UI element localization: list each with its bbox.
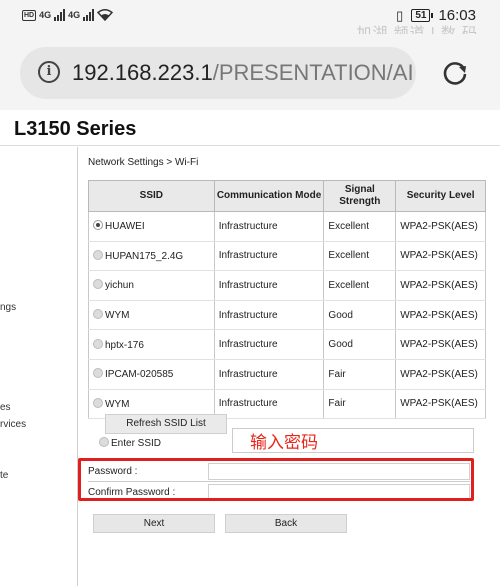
cell-signal: Excellent bbox=[323, 211, 397, 242]
cell-mode: Infrastructure bbox=[213, 359, 325, 390]
back-button[interactable]: Back bbox=[225, 514, 347, 533]
sidebar-item-settings[interactable]: ngs bbox=[0, 302, 16, 313]
product-title: L3150 Series bbox=[14, 118, 137, 140]
cell-mode: Infrastructure bbox=[213, 211, 325, 242]
cell-ssid[interactable]: HUPAN175_2.4G bbox=[88, 241, 215, 272]
url-host: 192.168.223.1 bbox=[72, 60, 213, 85]
ssid-radio[interactable] bbox=[93, 309, 103, 320]
browser-toolbar: i 192.168.223.1/PRESENTATION/AI bbox=[0, 34, 500, 110]
status-bar-left: HD 4G 4G bbox=[22, 9, 114, 22]
ssid-name: HUAWEI bbox=[105, 221, 145, 233]
breadcrumb: Network Settings > Wi-Fi bbox=[88, 157, 199, 168]
table-row[interactable]: hptx-176 Infrastructure Good WPA2-PSK(AES) bbox=[88, 329, 486, 360]
col-signal: Signal Strength bbox=[323, 180, 397, 212]
ssid-radio[interactable] bbox=[93, 397, 103, 408]
signal-bars-icon-2 bbox=[83, 9, 95, 21]
cell-ssid[interactable]: yichun bbox=[88, 270, 215, 301]
ssid-table-body: HUAWEI Infrastructure Excellent WPA2-PSK(AE… bbox=[88, 211, 486, 420]
sidebar-item-services-2[interactable]: rvices bbox=[0, 419, 26, 430]
cell-ssid[interactable]: WYM bbox=[88, 300, 215, 331]
cell-security: WPA2-PSK(AES) bbox=[395, 389, 486, 420]
table-row[interactable]: yichun Infrastructure Excellent WPA2-PSK(AE… bbox=[88, 270, 486, 301]
cell-signal: Good bbox=[323, 300, 397, 331]
cell-ssid[interactable]: IPCAM-020585 bbox=[88, 359, 215, 390]
address-bar[interactable]: i 192.168.223.1/PRESENTATION/AI bbox=[20, 47, 416, 99]
ssid-name: WYM bbox=[105, 398, 130, 410]
cell-mode: Infrastructure bbox=[213, 270, 325, 301]
ssid-name: yichun bbox=[105, 280, 134, 292]
status-bar: HD 4G 4G ▯ 51 16:03 加湖 频道 | 数 码 bbox=[0, 0, 500, 42]
signal-bars-icon bbox=[54, 9, 66, 21]
cell-mode: Infrastructure bbox=[213, 300, 325, 331]
cell-mode: Infrastructure bbox=[213, 389, 325, 420]
cell-ssid[interactable]: hptx-176 bbox=[88, 329, 215, 360]
cell-ssid[interactable]: HUAWEI bbox=[88, 211, 215, 242]
sidebar-item-update[interactable]: te bbox=[0, 470, 8, 481]
annotation-highlight-box bbox=[78, 458, 474, 501]
cell-security: WPA2-PSK(AES) bbox=[395, 300, 486, 331]
cell-security: WPA2-PSK(AES) bbox=[395, 270, 486, 301]
ssid-table: SSID Communication Mode Signal Strength … bbox=[88, 180, 486, 420]
sidebar-item-services-1[interactable]: es bbox=[0, 402, 11, 413]
ssid-radio[interactable] bbox=[93, 249, 103, 260]
network-type-1: 4G bbox=[39, 10, 52, 20]
cell-signal: Good bbox=[323, 329, 397, 360]
cell-signal: Fair bbox=[323, 389, 397, 420]
enter-ssid-option[interactable]: Enter SSID bbox=[99, 437, 161, 449]
cell-mode: Infrastructure bbox=[213, 329, 325, 360]
col-mode: Communication Mode bbox=[213, 180, 325, 212]
col-ssid: SSID bbox=[88, 180, 215, 212]
table-row[interactable]: IPCAM-020585 Infrastructure Fair WPA2-PSK(A… bbox=[88, 359, 486, 390]
table-header-row: SSID Communication Mode Signal Strength … bbox=[88, 180, 486, 212]
ssid-name: IPCAM-020585 bbox=[105, 369, 174, 381]
annotation-text: 输入密码 bbox=[250, 433, 318, 452]
wifi-icon bbox=[97, 9, 114, 22]
enter-ssid-label: Enter SSID bbox=[111, 438, 162, 449]
cell-security: WPA2-PSK(AES) bbox=[395, 241, 486, 272]
ssid-name: WYM bbox=[105, 310, 130, 322]
cell-signal: Excellent bbox=[323, 241, 397, 272]
cell-security: WPA2-PSK(AES) bbox=[395, 211, 486, 242]
battery-icon: 51 bbox=[411, 9, 434, 22]
cell-signal: Excellent bbox=[323, 270, 397, 301]
network-type-2: 4G bbox=[68, 10, 81, 20]
sidebar: ngs es rvices te bbox=[0, 147, 78, 586]
ssid-radio[interactable] bbox=[93, 279, 103, 290]
ssid-radio[interactable] bbox=[93, 220, 103, 231]
table-row[interactable]: HUPAN175_2.4G Infrastructure Excellent WPA2… bbox=[88, 241, 486, 272]
page-header: L3150 Series bbox=[0, 110, 500, 146]
col-security: Security Level bbox=[395, 180, 486, 212]
ssid-name: HUPAN175_2.4G bbox=[105, 250, 184, 262]
enter-ssid-radio[interactable] bbox=[99, 437, 109, 447]
cell-signal: Fair bbox=[323, 359, 397, 390]
refresh-ssid-button[interactable]: Refresh SSID List bbox=[105, 414, 227, 434]
url-text[interactable]: 192.168.223.1/PRESENTATION/AI bbox=[72, 60, 414, 86]
hd-badge: HD bbox=[22, 9, 37, 21]
table-row[interactable]: WYM Infrastructure Good WPA2-PSK(AES) bbox=[88, 300, 486, 331]
table-row[interactable]: HUAWEI Infrastructure Excellent WPA2-PSK(AE… bbox=[88, 211, 486, 242]
main-content: Network Settings > Wi-Fi SSID Communicat… bbox=[78, 147, 500, 586]
cell-security: WPA2-PSK(AES) bbox=[395, 329, 486, 360]
cell-security: WPA2-PSK(AES) bbox=[395, 359, 486, 390]
reload-icon[interactable] bbox=[440, 58, 470, 88]
ssid-radio[interactable] bbox=[93, 338, 103, 349]
ssid-radio[interactable] bbox=[93, 368, 103, 379]
url-path: /PRESENTATION/AI bbox=[212, 60, 414, 85]
cell-mode: Infrastructure bbox=[213, 241, 325, 272]
info-icon[interactable]: i bbox=[38, 61, 60, 83]
next-button[interactable]: Next bbox=[93, 514, 215, 533]
ssid-name: hptx-176 bbox=[105, 339, 144, 351]
